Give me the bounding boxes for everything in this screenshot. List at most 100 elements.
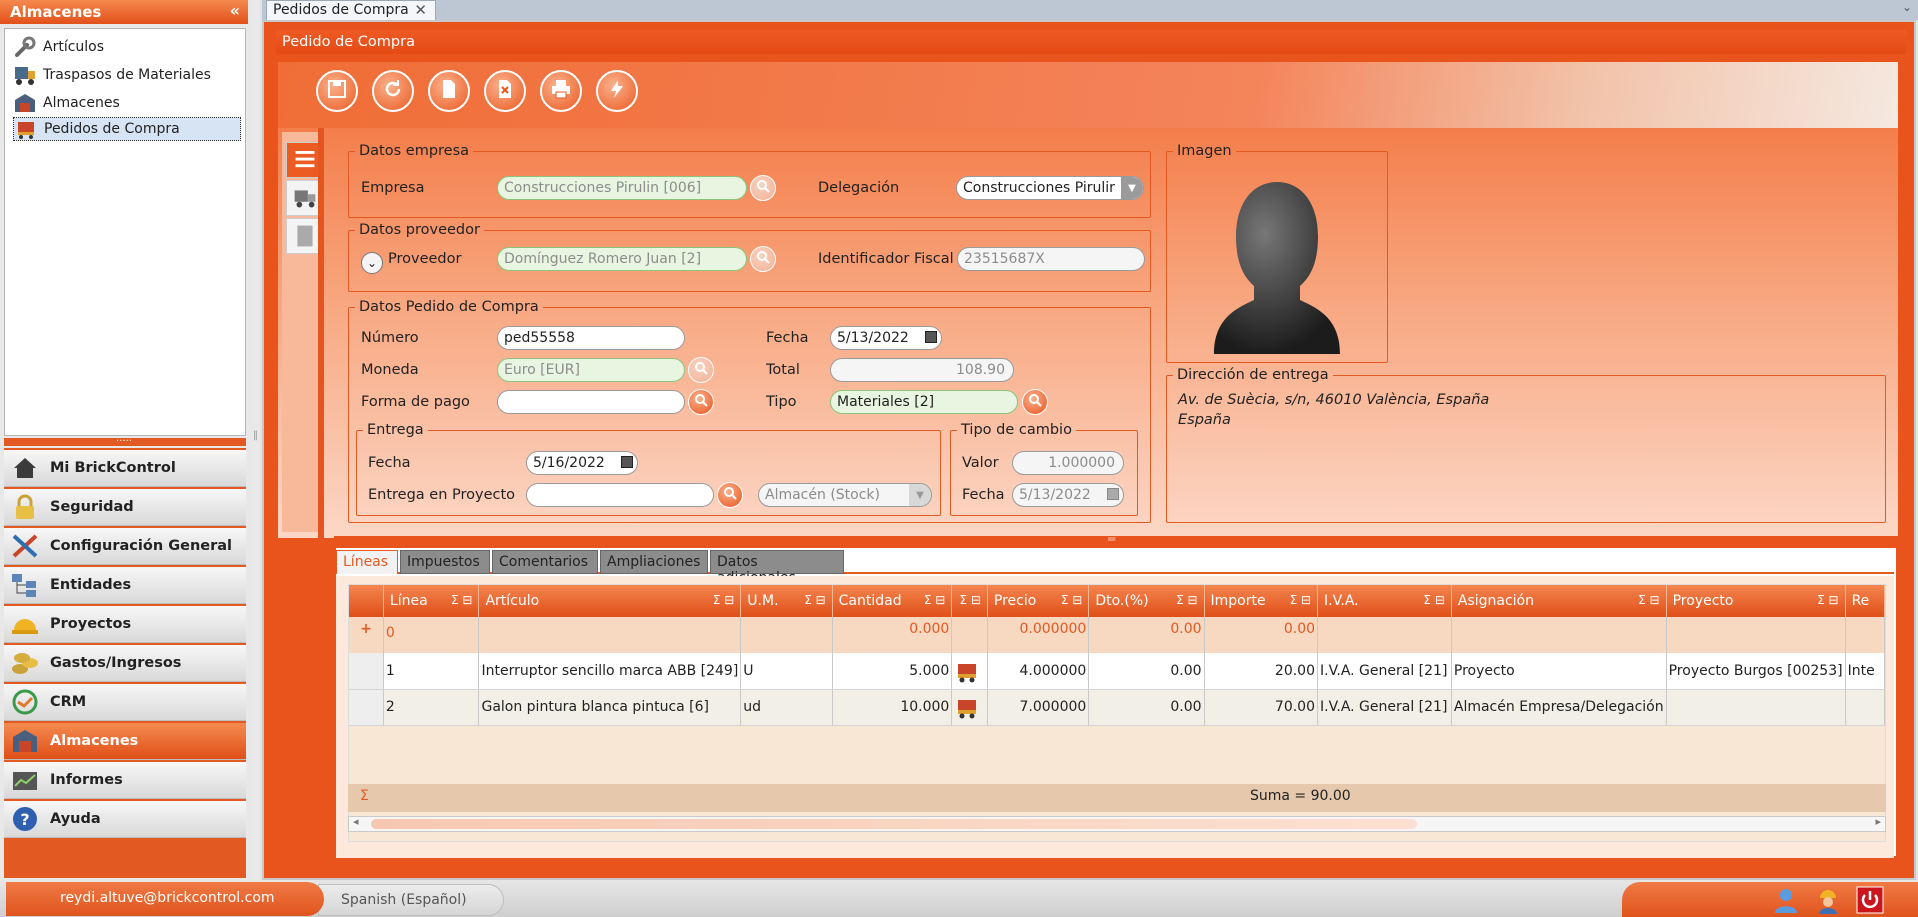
cell-dto[interactable]: 0.00 [1088,653,1205,690]
column-header-asignacion[interactable]: Asignación Σ ⊟ [1451,585,1667,617]
cell-iva[interactable]: I.V.A. General [21] [1317,653,1452,690]
cell-importe[interactable]: 70.00 [1204,689,1319,726]
moneda-field[interactable]: Euro [EUR] [497,358,685,382]
tree-item-articulos[interactable]: Artículos [13,35,241,59]
entrega-proyecto-field[interactable] [526,483,714,507]
nav-item-seguridad[interactable]: Seguridad [4,489,246,526]
delegacion-select[interactable]: Construcciones Pirulir ▼ [956,176,1144,200]
cell-proyecto[interactable]: Proyecto Burgos [00253] [1666,653,1846,690]
proveedor-lookup-button[interactable] [750,246,776,272]
tipo-field[interactable]: Materiales [2] [830,390,1018,414]
table-row[interactable]: 2 Galon pintura blanca pintuca [6] ud 10… [349,689,1885,726]
almacen-select[interactable]: Almacén (Stock) ▼ [758,483,932,507]
expand-proveedor-icon[interactable]: ⌄ [361,252,383,274]
form-grid-splitter[interactable]: ═ [334,532,1898,546]
tab-datos-adicionales[interactable]: Datos adicionales [710,550,844,586]
sidebar-splitter[interactable]: ‖ [252,0,260,880]
cell-re[interactable]: Inte [1845,653,1885,690]
nav-item-ayuda[interactable]: ? Ayuda [4,801,246,838]
tree-splitter[interactable]: ..... [4,433,246,446]
cell-proyecto[interactable] [1666,689,1846,726]
cell-asignacion[interactable]: Almacén Empresa/Delegación [1451,689,1667,726]
add-row-button[interactable]: + [349,617,384,653]
nav-item-entidades[interactable]: Entidades [4,567,246,604]
language-selector[interactable]: Spanish (Español) [318,884,504,916]
entrega-proyecto-lookup-button[interactable] [717,482,743,508]
avatar-placeholder-icon[interactable] [1192,168,1362,358]
column-header-iva[interactable]: I.V.A. Σ ⊟ [1317,585,1452,617]
chevron-down-icon[interactable]: ▼ [909,484,931,506]
tab-ampliaciones[interactable]: Ampliaciones [600,550,708,574]
close-tab-icon[interactable]: ✕ [414,1,427,20]
delete-button[interactable] [484,70,526,112]
column-header-dto[interactable]: Dto.(%) Σ ⊟ [1088,585,1205,617]
cell-icon[interactable] [951,653,988,690]
tree-item-pedidos-de-compra[interactable]: Pedidos de Compra [13,117,241,141]
cell-dto[interactable]: 0.00 [1088,689,1205,726]
scroll-right-icon[interactable]: ▸ [1875,815,1881,828]
nav-item-crm[interactable]: CRM [4,684,246,721]
save-button[interactable] [316,70,358,112]
column-header-proyecto[interactable]: Proyecto Σ ⊟ [1666,585,1846,617]
worker-icon[interactable] [1814,886,1842,914]
column-header-re[interactable]: Re [1845,585,1885,617]
scrollbar-thumb[interactable] [371,819,1417,829]
cell-cantidad[interactable]: 10.000 [832,689,953,726]
column-header-linea[interactable]: Línea Σ ⊟ [383,585,480,617]
nav-item-configuracion-general[interactable]: Configuración General [4,528,246,565]
numero-field[interactable]: ped55558 [497,326,685,350]
proveedor-field[interactable]: Domínguez Romero Juan [2] [497,247,747,271]
collapse-sidebar-icon[interactable]: « [230,1,240,20]
calendar-icon[interactable] [1107,488,1119,500]
cell-precio[interactable]: 7.000000 [987,689,1090,726]
column-header-um[interactable]: U.M. Σ ⊟ [740,585,833,617]
column-header-articulo[interactable]: Artículo Σ ⊟ [478,585,742,617]
row-selector[interactable] [349,689,384,726]
tab-lineas[interactable]: Líneas [336,550,398,574]
cell-um[interactable]: U [740,653,833,690]
cell-articulo[interactable]: Interruptor sencillo marca ABB [249] [478,653,742,690]
nav-item-mi-brickcontrol[interactable]: Mi BrickControl [4,450,246,487]
tree-item-almacenes[interactable]: Almacenes [13,91,241,115]
cell-linea[interactable]: 2 [383,689,480,726]
cell-um[interactable]: ud [740,689,833,726]
scroll-left-icon[interactable]: ◂ [353,815,359,828]
tree-item-traspasos[interactable]: Traspasos de Materiales [13,63,241,87]
empresa-lookup-button[interactable] [750,175,776,201]
tab-impuestos[interactable]: Impuestos [400,550,490,574]
nav-item-informes[interactable]: Informes [4,762,246,799]
forma-pago-lookup-button[interactable] [688,389,714,415]
current-user[interactable]: reydi.altuve@brickcontrol.com [6,882,324,916]
nav-item-proyectos[interactable]: Proyectos [4,606,246,643]
action-button[interactable] [596,70,638,112]
new-document-button[interactable] [428,70,470,112]
cell-importe[interactable]: 20.00 [1204,653,1319,690]
cell-re[interactable] [1845,689,1885,726]
nav-item-gastos-ingresos[interactable]: Gastos/Ingresos [4,645,246,682]
chevron-down-icon[interactable]: ▼ [1121,177,1143,199]
moneda-lookup-button[interactable] [688,357,714,383]
cell-linea[interactable]: 1 [383,653,480,690]
empresa-field[interactable]: Construcciones Pirulin [006] [497,176,747,200]
nav-item-almacenes[interactable]: Almacenes [4,723,246,760]
tab-comentarios[interactable]: Comentarios [492,550,598,574]
cell-articulo[interactable]: Galon pintura blanca pintuca [6] [478,689,742,726]
cell-icon[interactable] [951,689,988,726]
row-selector[interactable] [349,653,384,690]
column-header-icon[interactable]: Σ ⊟ [951,585,988,617]
power-off-icon[interactable] [1856,886,1884,914]
forma-pago-field[interactable] [497,390,685,414]
chevron-down-icon[interactable]: ⌄ [1902,0,1912,14]
calendar-icon[interactable] [621,456,633,468]
user-profile-icon[interactable] [1772,886,1800,914]
horizontal-scrollbar[interactable]: ◂ ▸ [348,815,1886,832]
cell-iva[interactable]: I.V.A. General [21] [1317,689,1452,726]
cell-precio[interactable]: 4.000000 [987,653,1090,690]
refresh-button[interactable] [372,70,414,112]
cambio-fecha-field[interactable]: 5/13/2022 [1012,483,1124,507]
column-header-importe[interactable]: Importe Σ ⊟ [1204,585,1319,617]
tipo-lookup-button[interactable] [1022,389,1048,415]
table-row[interactable]: 1 Interruptor sencillo marca ABB [249] U… [349,653,1885,690]
identificador-fiscal-field[interactable]: 23515687X [957,247,1145,271]
print-button[interactable] [540,70,582,112]
